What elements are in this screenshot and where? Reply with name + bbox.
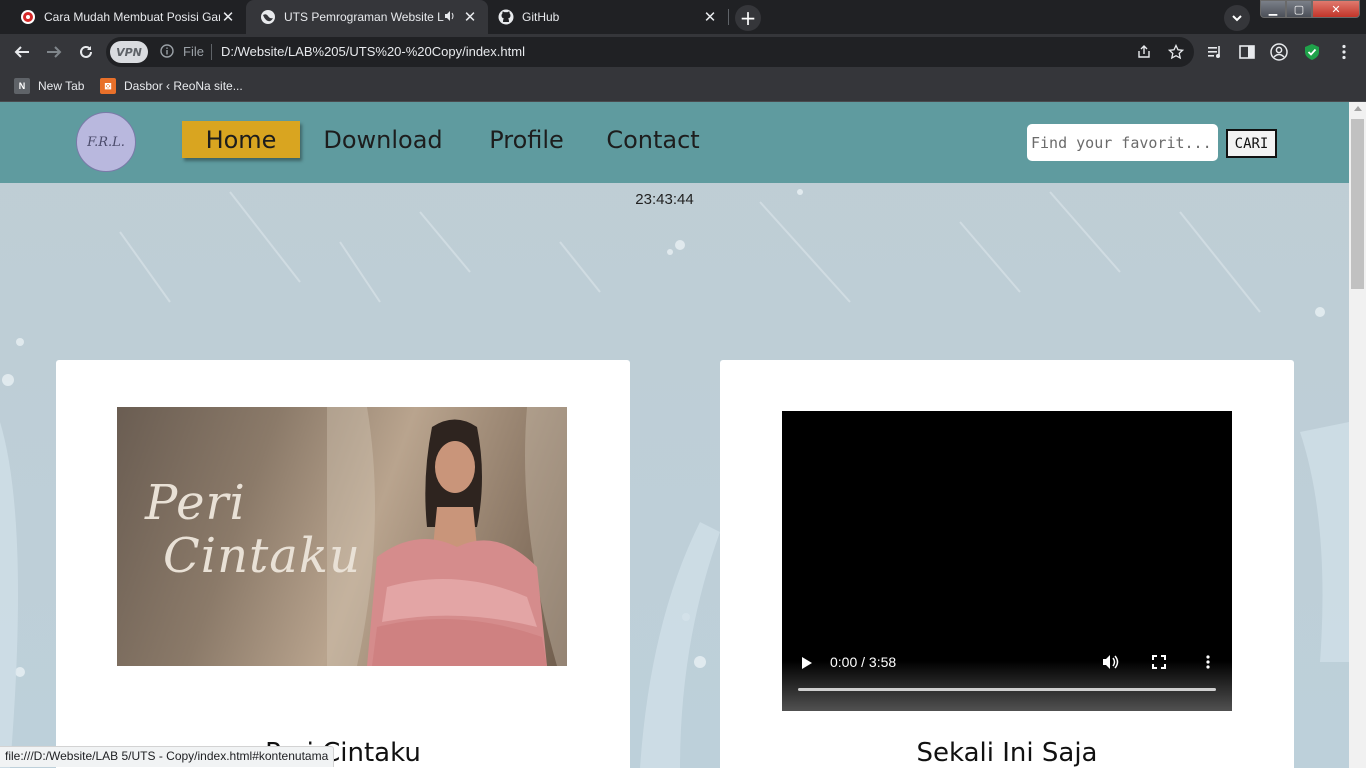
- nav-profile[interactable]: Profile: [484, 121, 569, 158]
- tab-title: Cara Mudah Membuat Posisi Gar: [44, 10, 220, 24]
- search-button[interactable]: CARI: [1226, 129, 1277, 158]
- vpn-badge[interactable]: VPN: [110, 41, 148, 63]
- tab-cara-mudah[interactable]: Cara Mudah Membuat Posisi Gar ✕: [0, 0, 246, 34]
- browser-toolbar: VPN File D:/Website/LAB%205/UTS%20-%20Co…: [0, 34, 1366, 70]
- bookmark-dasbor[interactable]: ⊠ Dasbor ‹ ReoNa site...: [100, 76, 243, 96]
- back-button[interactable]: [10, 40, 34, 64]
- chevron-down-icon: [1232, 15, 1242, 22]
- tab-search-button[interactable]: [1224, 5, 1250, 31]
- menu-dots-icon[interactable]: [1334, 42, 1354, 62]
- page-scrollbar[interactable]: [1349, 102, 1366, 768]
- scrollbar-thumb[interactable]: [1351, 119, 1364, 289]
- address-bar[interactable]: VPN File D:/Website/LAB%205/UTS%20-%20Co…: [106, 37, 1194, 67]
- cover-title: Peri Cintaku: [145, 477, 361, 583]
- github-icon: [498, 9, 514, 25]
- site-logo[interactable]: F.R.L.: [76, 112, 136, 172]
- video-player[interactable]: 0:00 / 3:58: [782, 411, 1232, 711]
- tab-title: UTS Pemrograman Website L: [284, 10, 444, 24]
- new-tab-favicon-icon: N: [14, 78, 30, 94]
- reload-button[interactable]: [74, 40, 98, 64]
- maximize-window-button[interactable]: ▢: [1286, 0, 1312, 18]
- nav-download[interactable]: Download: [318, 121, 448, 158]
- album-cover-image[interactable]: Peri Cintaku: [117, 407, 567, 666]
- tab-title: GitHub: [522, 10, 560, 24]
- close-tab-icon[interactable]: ✕: [462, 9, 478, 26]
- song-card-sekali-ini-saja: 0:00 / 3:58 Sekali Ini Saja: [720, 360, 1294, 768]
- profile-icon[interactable]: [1269, 42, 1289, 62]
- shield-extension-icon[interactable]: [1302, 42, 1322, 62]
- bookmark-star-icon[interactable]: [1167, 43, 1185, 61]
- singer-figure-illustration: [327, 407, 567, 666]
- song-title: Sekali Ini Saja: [916, 738, 1098, 768]
- side-panel-icon[interactable]: [1237, 42, 1257, 62]
- red-site-icon: [20, 9, 36, 25]
- info-icon[interactable]: [160, 44, 174, 58]
- cover-title-line2: Cintaku: [163, 527, 361, 584]
- fullscreen-icon[interactable]: [1152, 655, 1166, 669]
- media-control-icon[interactable]: [1205, 42, 1225, 62]
- minimize-window-button[interactable]: ▁: [1260, 0, 1286, 18]
- volume-icon[interactable]: [1102, 654, 1120, 670]
- new-tab-button[interactable]: +: [735, 5, 761, 31]
- play-icon[interactable]: [802, 657, 812, 669]
- video-time: 0:00 / 3:58: [830, 654, 897, 670]
- tab-uts-pemrograman[interactable]: UTS Pemrograman Website L ✕: [246, 0, 488, 34]
- reload-icon: [80, 45, 92, 58]
- arrow-right-icon: [47, 46, 62, 58]
- search-input[interactable]: [1027, 124, 1218, 161]
- xampp-favicon-icon: ⊠: [100, 78, 116, 94]
- clock-display: 23:43:44: [635, 191, 694, 208]
- status-bubble-url: file:///D:/Website/LAB 5/UTS - Copy/inde…: [0, 746, 335, 767]
- close-tab-icon[interactable]: ✕: [702, 9, 718, 26]
- site-navbar: F.R.L. Home Download Profile Contact CAR…: [0, 102, 1349, 183]
- bookmark-label: Dasbor ‹ ReoNa site...: [124, 79, 243, 93]
- bookmarks-bar: N New Tab ⊠ Dasbor ‹ ReoNa site...: [0, 70, 1366, 102]
- url-text[interactable]: D:/Website/LAB%205/UTS%20-%20Copy/index.…: [221, 44, 525, 59]
- bookmark-new-tab[interactable]: N New Tab: [14, 76, 84, 96]
- speaker-icon[interactable]: [444, 10, 456, 25]
- song-card-peri-cintaku: Peri Cintaku Peri Cintaku: [56, 360, 630, 768]
- browser-tab-strip: Cara Mudah Membuat Posisi Gar ✕ UTS Pemr…: [0, 0, 1366, 34]
- video-progress-bar[interactable]: [798, 688, 1216, 691]
- close-window-button[interactable]: ✕: [1312, 0, 1360, 18]
- nav-home[interactable]: Home: [182, 121, 300, 158]
- tab-divider: [728, 9, 729, 25]
- cover-title-line1: Peri: [145, 475, 246, 531]
- globe-icon: [260, 9, 276, 25]
- video-more-icon[interactable]: [1206, 655, 1210, 669]
- window-controls: ▁ ▢ ✕: [1260, 0, 1366, 20]
- nav-contact[interactable]: Contact: [603, 121, 703, 158]
- file-scheme-label: File: [183, 44, 204, 59]
- scroll-up-arrow-icon[interactable]: [1354, 106, 1362, 111]
- share-icon[interactable]: [1135, 43, 1153, 61]
- forward-button[interactable]: [42, 40, 66, 64]
- omnibox-divider: [211, 44, 212, 60]
- bookmark-label: New Tab: [38, 79, 85, 93]
- page-viewport: F.R.L. Home Download Profile Contact CAR…: [0, 102, 1349, 768]
- tab-github[interactable]: GitHub ✕: [488, 0, 728, 34]
- close-tab-icon[interactable]: ✕: [220, 9, 236, 26]
- arrow-left-icon: [14, 46, 29, 58]
